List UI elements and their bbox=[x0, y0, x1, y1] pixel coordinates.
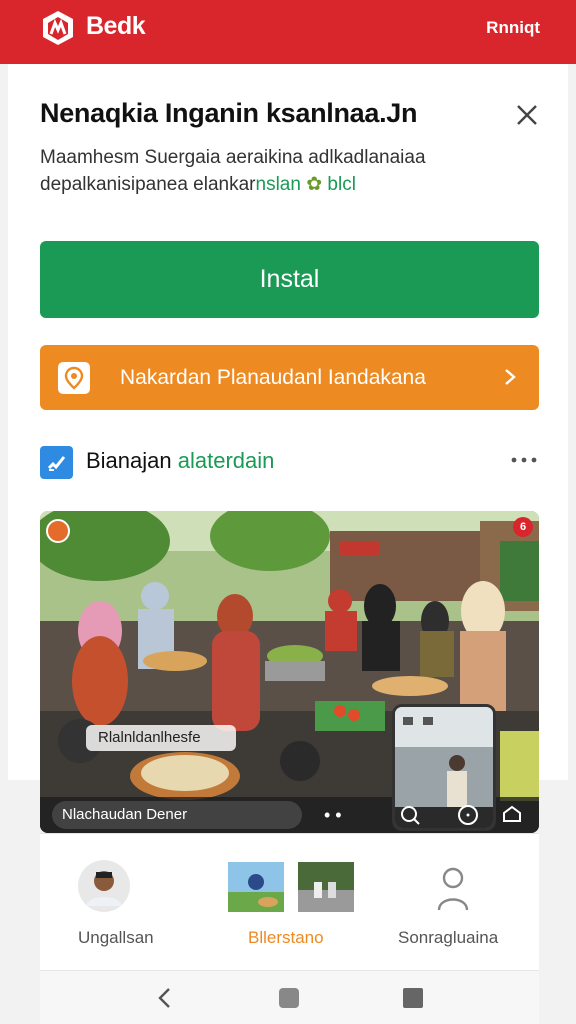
card-title: Nenaqkia Inganin ksanlnaa.Jn bbox=[40, 98, 418, 128]
nav-label-profile: Ungallsan bbox=[78, 928, 154, 947]
gallery-thumb-1 bbox=[228, 862, 284, 912]
notification-badge: 6 bbox=[513, 517, 533, 537]
header-right-link[interactable]: Rnniqt bbox=[486, 18, 540, 38]
subtitle-line-2-accent: nslan bbox=[255, 174, 301, 195]
location-pin-icon bbox=[58, 362, 90, 394]
app-header: Bedk Rnniqt bbox=[0, 0, 576, 64]
brand-name: Bedk bbox=[86, 12, 146, 40]
section-label: Bianajan alaterdain bbox=[86, 448, 274, 474]
photo-caption: Rlalnldanlhesfe bbox=[86, 725, 236, 751]
brand-logo-icon[interactable] bbox=[40, 10, 76, 46]
card-subtitle: Maamhesm Suergaia aeraikina adlkadlanaia… bbox=[40, 144, 520, 198]
section-label-main: Bianajan bbox=[86, 448, 172, 473]
nav-item-account[interactable]: Sonragluaina bbox=[372, 834, 539, 971]
back-icon[interactable] bbox=[152, 985, 178, 1011]
gallery-thumb-2 bbox=[298, 862, 354, 912]
nav-label-account: Sonragluaina bbox=[398, 928, 499, 947]
more-dots-icon[interactable] bbox=[508, 450, 540, 470]
section-label-accent: alaterdain bbox=[177, 448, 275, 473]
avatar bbox=[78, 860, 130, 912]
source-badge-icon bbox=[46, 519, 70, 543]
bottom-nav: Ungallsan Bllerstano Sonragluaina bbox=[40, 833, 539, 970]
promo-button[interactable]: Nakardan Planaudanl Iandakana bbox=[40, 345, 539, 410]
user-icon bbox=[437, 867, 469, 911]
subtitle-line-1: Maamhesm Suergaia aeraikina adlkadlanaia… bbox=[40, 147, 426, 168]
leaf-icon: ✿ bbox=[306, 174, 323, 195]
close-icon[interactable] bbox=[514, 102, 540, 128]
photo-more-icon[interactable]: • • bbox=[324, 805, 354, 825]
nav-item-profile[interactable]: Ungallsan bbox=[40, 834, 206, 971]
chevron-right-icon bbox=[505, 369, 516, 385]
subtitle-line-2-main: depalkanisipanea elankar bbox=[40, 174, 256, 195]
subtitle-line-2: depalkanisipanea elankarnslan ✿ blcl bbox=[40, 171, 520, 198]
checkbox-icon[interactable] bbox=[40, 446, 73, 479]
install-button[interactable]: Instal bbox=[40, 241, 539, 318]
share-icon[interactable] bbox=[500, 803, 524, 827]
recents-icon[interactable] bbox=[400, 985, 426, 1011]
market-photo[interactable]: 6 Rlalnldanlhesfe Nlachaudan Dener • • bbox=[40, 511, 539, 833]
search-icon[interactable] bbox=[398, 803, 422, 827]
nav-item-gallery[interactable]: Bllerstano bbox=[206, 834, 372, 971]
comment-icon[interactable] bbox=[456, 803, 480, 827]
nav-label-gallery: Bllerstano bbox=[248, 928, 324, 947]
home-icon[interactable] bbox=[276, 985, 302, 1011]
photo-source[interactable]: Nlachaudan Dener bbox=[52, 801, 302, 829]
promo-button-label: Nakardan Planaudanl Iandakana bbox=[120, 366, 426, 389]
system-nav-bar bbox=[40, 970, 539, 1024]
subtitle-line-2-tail: blcl bbox=[327, 174, 356, 195]
